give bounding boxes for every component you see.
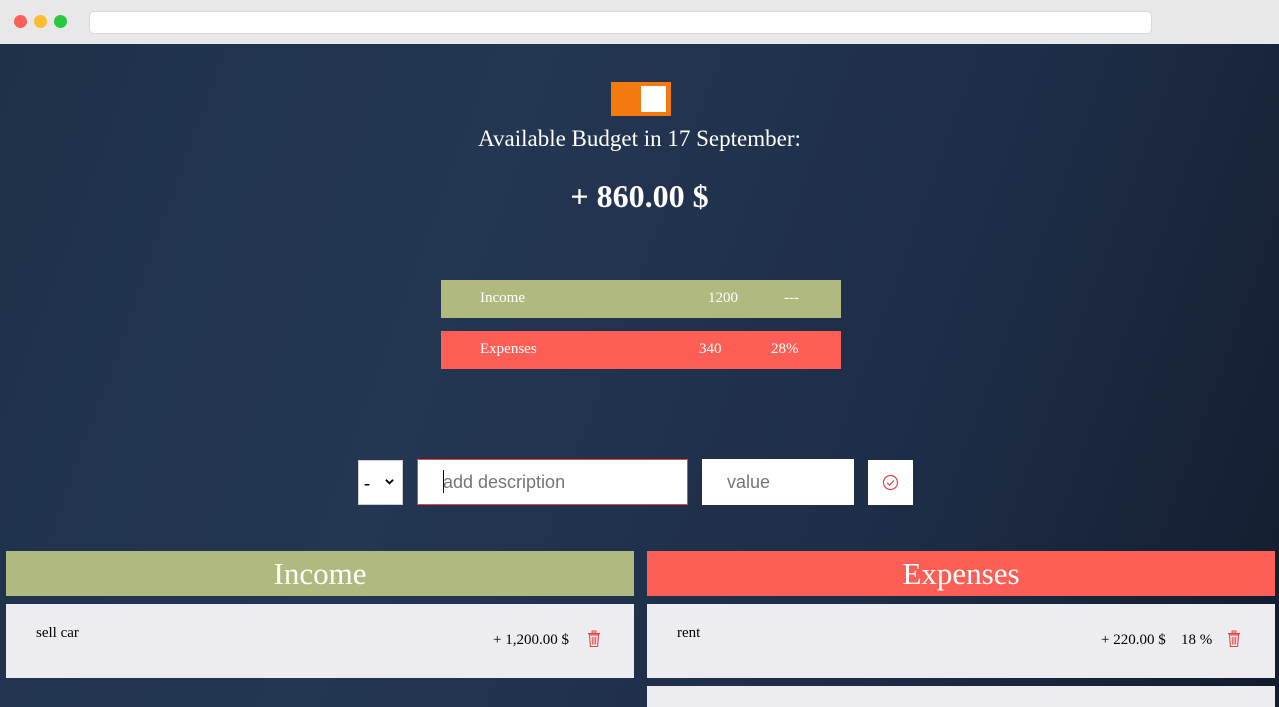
income-item: sell car + 1,200.00 $ <box>6 604 634 678</box>
trash-icon[interactable] <box>1227 630 1241 648</box>
expenses-summary-percentage: 28% <box>771 341 799 357</box>
expense-item: rent + 220.00 $ 18 % <box>647 604 1275 678</box>
expenses-summary: Expenses 340 28% <box>441 331 841 369</box>
income-list-title: Income <box>6 551 634 596</box>
chevron-down-icon <box>385 479 394 485</box>
expenses-summary-value: 340 <box>699 341 722 357</box>
toggle-knob <box>641 86 666 112</box>
expense-item-amount: + 220.00 $ <box>1101 632 1166 648</box>
close-window-button[interactable] <box>14 15 27 28</box>
browser-chrome <box>0 0 1279 44</box>
budget-title: Available Budget in 17 September: <box>478 126 801 151</box>
expense-item-percentage: 18 % <box>1181 632 1213 648</box>
income-summary-label: Income <box>480 290 525 306</box>
description-input[interactable] <box>417 459 688 505</box>
trash-icon[interactable] <box>587 630 601 648</box>
value-input[interactable] <box>702 459 854 505</box>
expenses-summary-label: Expenses <box>480 341 537 357</box>
text-caret <box>443 470 444 493</box>
expense-item-partial <box>647 686 1275 707</box>
income-summary-percentage: --- <box>784 290 799 306</box>
minimize-window-button[interactable] <box>34 15 47 28</box>
type-select[interactable]: - <box>358 460 403 505</box>
income-summary: Income 1200 --- <box>441 280 841 318</box>
income-item-description: sell car <box>36 625 79 641</box>
theme-toggle[interactable] <box>611 82 671 116</box>
budget-app: Available Budget in 17 September: + 860.… <box>0 44 1279 707</box>
check-circle-icon <box>882 474 899 491</box>
maximize-window-button[interactable] <box>54 15 67 28</box>
address-bar[interactable] <box>89 11 1152 34</box>
type-select-value: - <box>364 473 370 493</box>
budget-value: + 860.00 $ <box>570 178 709 214</box>
expense-item-description: rent <box>677 625 701 641</box>
income-summary-value: 1200 <box>708 290 738 306</box>
income-item-amount: + 1,200.00 $ <box>493 632 569 648</box>
add-button[interactable] <box>868 460 913 505</box>
expenses-list-title: Expenses <box>647 551 1275 596</box>
